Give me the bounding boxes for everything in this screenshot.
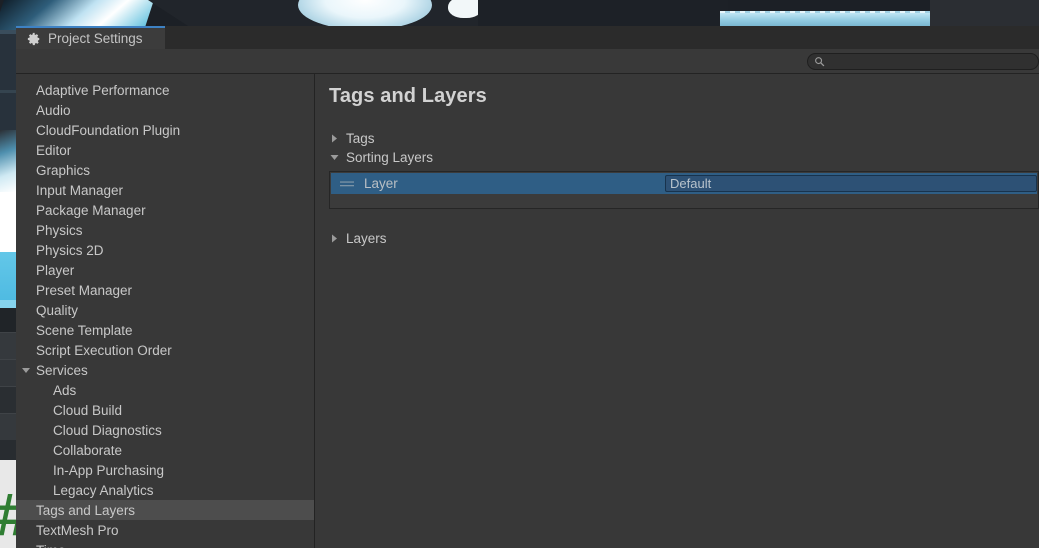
- sidebar-item-textmesh-pro[interactable]: TextMesh Pro: [16, 520, 314, 540]
- drag-handle-icon[interactable]: [339, 179, 355, 189]
- page-title: Tags and Layers: [329, 85, 487, 107]
- sidebar-item-label: Physics 2D: [36, 242, 104, 258]
- background-editor-left-strip: #: [0, 30, 16, 548]
- sidebar-item-label: Input Manager: [36, 182, 124, 198]
- sidebar-item-label: Script Execution Order: [36, 342, 172, 358]
- sidebar-item-legacy-analytics[interactable]: Legacy Analytics: [16, 480, 314, 500]
- tab-project-settings[interactable]: Project Settings: [16, 26, 165, 49]
- sidebar-item-label: Quality: [36, 302, 79, 318]
- sidebar-item-label: TextMesh Pro: [36, 522, 119, 538]
- settings-toolbar: [16, 49, 1039, 74]
- sorting-layers-list-footer: [331, 194, 1037, 207]
- sidebar-item-label: Cloud Build: [53, 402, 123, 418]
- sidebar-item-cloudfoundation-plugin[interactable]: CloudFoundation Plugin: [16, 120, 314, 140]
- sidebar-item-label: Scene Template: [36, 322, 133, 338]
- search-input[interactable]: [825, 55, 1038, 67]
- foldout-sorting-layers-label: Sorting Layers: [346, 150, 434, 165]
- chevron-down-icon: [330, 155, 339, 160]
- sorting-layer-row[interactable]: Layer: [331, 173, 1037, 194]
- sidebar-item-ads[interactable]: Ads: [16, 380, 314, 400]
- chevron-right-icon: [332, 234, 337, 243]
- chevron-right-icon: [332, 134, 337, 143]
- project-settings-window: Project Settings Adaptive Performance Aud…: [16, 26, 1039, 548]
- sidebar-item-label: Adaptive Performance: [36, 82, 170, 98]
- foldout-layers[interactable]: Layers: [329, 229, 1039, 248]
- sidebar-item-label: In-App Purchasing: [53, 462, 165, 478]
- sidebar-item-preset-manager[interactable]: Preset Manager: [16, 280, 314, 300]
- hash-glyph: #: [0, 485, 16, 545]
- sidebar-item-audio[interactable]: Audio: [16, 100, 314, 120]
- search-box[interactable]: [807, 52, 1039, 70]
- sidebar-item-package-manager[interactable]: Package Manager: [16, 200, 314, 220]
- sidebar-item-label: Physics: [36, 222, 83, 238]
- sorting-layer-name-input[interactable]: [665, 175, 1037, 192]
- sidebar-item-quality[interactable]: Quality: [16, 300, 314, 320]
- sidebar-item-label: Editor: [36, 142, 72, 158]
- gear-icon: [27, 32, 40, 45]
- screen: 384 Width # Project Settings: [0, 0, 1039, 548]
- chevron-down-icon[interactable]: [21, 365, 31, 375]
- sidebar-item-collaborate[interactable]: Collaborate: [16, 440, 314, 460]
- settings-body: Adaptive Performance Audio CloudFoundation…: [16, 74, 1039, 548]
- sidebar-item-in-app-purchasing[interactable]: In-App Purchasing: [16, 460, 314, 480]
- sidebar-item-label: Package Manager: [36, 202, 146, 218]
- sidebar-item-label: Player: [36, 262, 75, 278]
- scene-character-sprite-b: [448, 0, 482, 18]
- foldout-tags[interactable]: Tags: [329, 129, 1039, 148]
- settings-sidebar[interactable]: Adaptive Performance Audio CloudFoundation…: [16, 74, 315, 548]
- sidebar-item-label: Services: [36, 362, 88, 378]
- sidebar-item-label: Collaborate: [53, 442, 123, 458]
- search-icon: [815, 56, 825, 66]
- sidebar-item-label: Preset Manager: [36, 282, 133, 298]
- sidebar-item-label: Graphics: [36, 162, 91, 178]
- tab-label: Project Settings: [48, 31, 143, 46]
- sidebar-item-label: Audio: [36, 102, 71, 118]
- sidebar-item-label: Cloud Diagnostics: [53, 422, 162, 438]
- sidebar-item-services[interactable]: Services: [16, 360, 314, 380]
- sidebar-item-label: Legacy Analytics: [53, 482, 154, 498]
- sidebar-item-cloud-build[interactable]: Cloud Build: [16, 400, 314, 420]
- sorting-layer-row-label: Layer: [364, 176, 398, 191]
- sidebar-item-tags-and-layers[interactable]: Tags and Layers: [16, 500, 314, 520]
- sidebar-item-physics-2d[interactable]: Physics 2D: [16, 240, 314, 260]
- sidebar-item-time[interactable]: Time: [16, 540, 314, 548]
- foldout-sorting-layers[interactable]: Sorting Layers: [329, 148, 1039, 167]
- sidebar-item-editor[interactable]: Editor: [16, 140, 314, 160]
- sidebar-item-player[interactable]: Player: [16, 260, 314, 280]
- sidebar-item-input-manager[interactable]: Input Manager: [16, 180, 314, 200]
- sidebar-item-label: CloudFoundation Plugin: [36, 122, 181, 138]
- foldout-tags-label: Tags: [346, 131, 375, 146]
- sidebar-item-cloud-diagnostics[interactable]: Cloud Diagnostics: [16, 420, 314, 440]
- sidebar-item-label: Ads: [53, 382, 77, 398]
- foldout-layers-label: Layers: [346, 231, 387, 246]
- sidebar-item-graphics[interactable]: Graphics: [16, 160, 314, 180]
- sorting-layers-list: Layer: [329, 171, 1039, 209]
- sidebar-item-label: Tags and Layers: [36, 502, 136, 518]
- sidebar-item-physics[interactable]: Physics: [16, 220, 314, 240]
- sidebar-item-script-execution-order[interactable]: Script Execution Order: [16, 340, 314, 360]
- sidebar-item-adaptive-performance[interactable]: Adaptive Performance: [16, 80, 314, 100]
- settings-content-panel: Tags and Layers Tags Sorting Layers Laye…: [315, 74, 1039, 548]
- sidebar-item-label: Time: [36, 543, 66, 548]
- window-tab-bar: Project Settings: [16, 26, 1039, 49]
- sidebar-item-scene-template[interactable]: Scene Template: [16, 320, 314, 340]
